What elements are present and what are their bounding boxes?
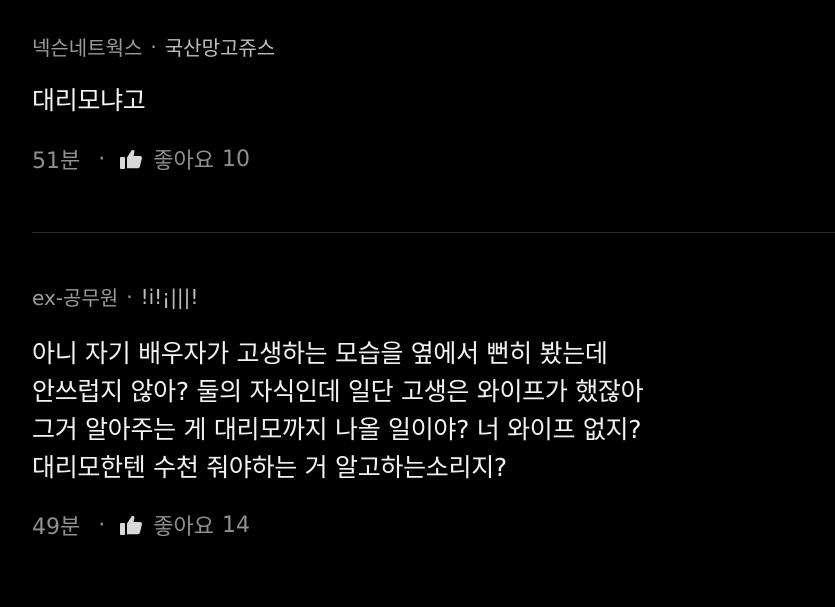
comment-divider: [32, 232, 835, 233]
comment-body: 아니 자기 배우자가 고생하는 모습을 옆에서 뻔히 봤는데 안쓰럽지 않아? …: [32, 335, 835, 487]
like-count: 14: [221, 512, 250, 538]
comment-line: 안쓰럽지 않아? 둘의 자식인데 일단 고생은 와이프가 했잖아: [32, 377, 644, 406]
like-label: 좋아요: [153, 149, 214, 174]
comment-line: 대리모냐고: [32, 86, 146, 115]
separator-dot: ·: [98, 146, 106, 172]
comment-time: 49분: [32, 515, 81, 540]
comment-time: 51분: [32, 149, 81, 174]
like-button[interactable]: 좋아요 14: [119, 509, 250, 541]
author-name[interactable]: ex-공무원: [32, 282, 118, 311]
separator-dot: ·: [126, 284, 133, 309]
comment-body: 대리모냐고: [32, 82, 835, 120]
comment-footer: 49분 · 좋아요 14: [32, 509, 835, 541]
thumbs-up-icon: [120, 515, 143, 535]
like-label: 좋아요: [153, 515, 214, 540]
author-name[interactable]: 넥슨네트웍스: [32, 32, 142, 61]
comment-line: 아니 자기 배우자가 고생하는 모습을 옆에서 뻔히 봤는데: [32, 339, 608, 368]
comment-meta: 넥슨네트웍스 · 국산망고쥬스: [32, 32, 835, 61]
separator-dot: ·: [98, 512, 106, 538]
comment-meta: ex-공무원 · !i!¡|||!: [32, 282, 835, 311]
thumbs-up-icon: [120, 149, 143, 169]
like-button[interactable]: 좋아요 10: [119, 143, 250, 175]
comment-footer: 51분 · 좋아요 10: [32, 143, 835, 175]
comment-line: 대리모한텐 수천 줘야하는 거 알고하는소리지?: [32, 453, 507, 482]
comment: 넥슨네트웍스 · 국산망고쥬스 대리모냐고 51분 · 좋아요 10: [32, 32, 835, 175]
comment-line: 그거 알아주는 게 대리모까지 나올 일이야? 너 와이프 없지?: [32, 415, 642, 444]
like-count: 10: [221, 146, 250, 172]
author-company[interactable]: 국산망고쥬스: [165, 32, 275, 61]
comment: ex-공무원 · !i!¡|||! 아니 자기 배우자가 고생하는 모습을 옆에…: [32, 282, 835, 541]
separator-dot: ·: [150, 34, 157, 59]
author-company[interactable]: !i!¡|||!: [141, 285, 199, 309]
